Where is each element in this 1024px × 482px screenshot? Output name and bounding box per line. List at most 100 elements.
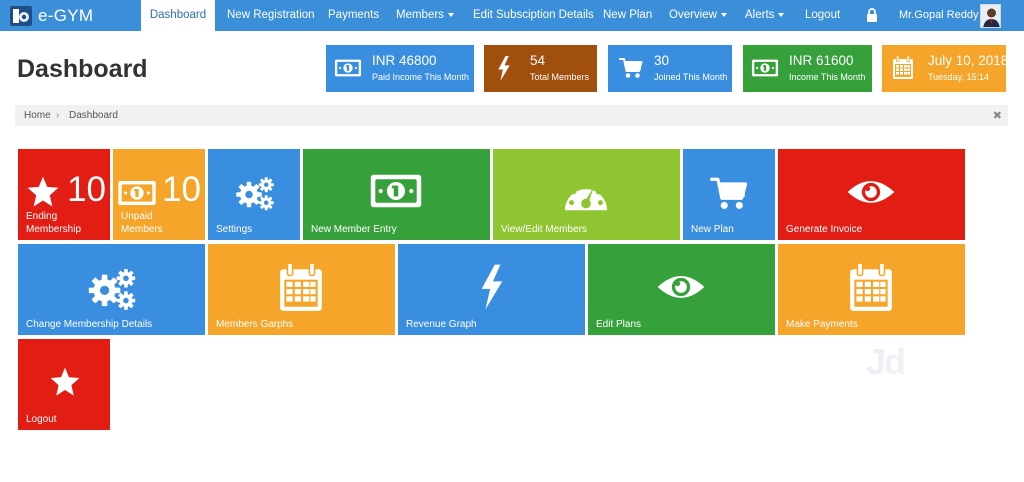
stat-label: Joined This Month (654, 72, 728, 82)
gears-icon (234, 175, 276, 211)
stat-label: Total Members (530, 72, 590, 82)
tile-unpaid-members[interactable]: 10 Unpaid Members (113, 149, 205, 240)
watermark: Jd (866, 341, 906, 382)
stat-label: Income This Month (789, 72, 866, 82)
tile-members-graphs[interactable]: Members Garphs (208, 244, 395, 335)
stat-value: INR 61600 (789, 53, 854, 68)
money-icon (751, 57, 779, 79)
tile-label: New Member Entry (311, 224, 397, 235)
nav-label: New Registration (227, 9, 315, 21)
tile-label-line: Unpaid (121, 211, 153, 222)
lock-icon[interactable] (866, 8, 878, 22)
tile-label: Edit Plans (596, 319, 642, 330)
tile-label: Unpaid Members (121, 210, 163, 236)
nav-members-dropdown[interactable]: Members (396, 0, 454, 31)
nav-alerts-dropdown[interactable]: Alerts (745, 0, 785, 31)
tile-label: Change Membership Details (26, 319, 153, 330)
bolt-icon (496, 56, 512, 81)
close-icon[interactable]: ✖ (993, 109, 1002, 122)
gym-logo-icon (10, 5, 32, 26)
tile-ending-membership[interactable]: 10 Ending Membership (18, 149, 110, 240)
tile-new-member-entry[interactable]: New Member Entry (303, 149, 490, 240)
nav-label: Dashboard (149, 9, 207, 21)
tile-change-membership-details[interactable]: Change Membership Details (18, 244, 205, 335)
nav-label: Alerts (745, 9, 775, 21)
nav-label: Members (396, 9, 444, 21)
stat-paid-income[interactable]: INR 46800 Paid Income This Month (326, 45, 474, 92)
caret-down-icon (447, 12, 454, 17)
page-title: Dashboard (17, 55, 148, 83)
nav-new-plan[interactable]: New Plan (603, 0, 652, 31)
nav-label: Logout (805, 9, 841, 21)
gears-icon (86, 266, 138, 311)
stat-value: 54 (530, 53, 546, 68)
cart-icon (619, 57, 643, 79)
breadcrumb-home-link[interactable]: Home (24, 110, 51, 121)
nav-label: Edit Subsciption Details (473, 9, 594, 21)
tile-label: Generate Invoice (786, 224, 863, 235)
stat-value: July 10, 2018 (928, 53, 1009, 68)
caret-down-icon (720, 12, 727, 17)
calendar-icon (278, 263, 324, 313)
star-icon (26, 175, 60, 209)
calendar-icon (892, 56, 914, 80)
money-icon (369, 173, 423, 209)
nav-dashboard[interactable]: Dashboard (141, 0, 215, 31)
tile-label: Ending Membership (26, 210, 81, 236)
tile-label: Logout (26, 414, 57, 425)
brand[interactable]: e-GYM (10, 4, 93, 27)
tile-make-payments[interactable]: Make Payments (778, 244, 965, 335)
eye-icon (656, 272, 706, 302)
tile-generate-invoice[interactable]: Generate Invoice (778, 149, 965, 240)
stat-value: INR 46800 (372, 53, 437, 68)
eye-icon (846, 177, 896, 207)
stat-value: 30 (654, 53, 670, 68)
money-icon (334, 57, 362, 79)
nav-logout[interactable]: Logout (805, 0, 840, 31)
star-icon (49, 366, 81, 398)
nav-label: New Plan (603, 9, 653, 21)
user-name[interactable]: Mr.Gopal Reddy (899, 0, 978, 31)
tile-logout[interactable]: Logout (18, 339, 110, 430)
tile-settings[interactable]: Settings (208, 149, 300, 240)
tile-revenue-graph[interactable]: Revenue Graph (398, 244, 585, 335)
breadcrumb-separator: › (56, 110, 60, 121)
nav-new-registration[interactable]: New Registration (227, 0, 315, 31)
tile-new-plan[interactable]: New Plan (683, 149, 775, 240)
stat-joined-this-month[interactable]: 30 Joined This Month (608, 45, 732, 92)
bolt-icon (478, 264, 506, 310)
tile-label: Make Payments (786, 319, 858, 330)
avatar-image (981, 5, 1000, 27)
stat-income-this-month[interactable]: INR 61600 Income This Month (743, 45, 872, 92)
nav-overview-dropdown[interactable]: Overview (669, 0, 727, 31)
breadcrumb-current: Dashboard (69, 110, 118, 121)
tile-label: New Plan (691, 224, 734, 235)
user-avatar-icon[interactable] (980, 4, 1001, 28)
calendar-icon (848, 263, 894, 313)
stat-total-members[interactable]: 54 Total Members (484, 45, 597, 92)
nav-label: Overview (669, 9, 717, 21)
tile-edit-plans[interactable]: Edit Plans (588, 244, 775, 335)
nav-edit-subscription-details[interactable]: Edit Subsciption Details (473, 0, 594, 31)
tile-label: View/Edit Members (501, 224, 587, 235)
top-navbar: e-GYM Dashboard New Registration Payment… (0, 0, 1024, 31)
breadcrumb: Home › Dashboard ✖ (15, 105, 1008, 126)
tile-label-line: Members (121, 224, 163, 235)
tile-view-edit-members[interactable]: View/Edit Members (493, 149, 680, 240)
tile-label: Settings (216, 224, 253, 235)
tile-count: 10 (67, 170, 106, 209)
cart-icon (710, 176, 748, 211)
tile-label: Members Garphs (216, 319, 294, 330)
tile-count: 10 (162, 170, 201, 209)
tile-label-line: Membership (26, 224, 82, 235)
tile-label: Revenue Graph (406, 319, 477, 330)
money-icon (117, 179, 157, 207)
nav-label: Payments (328, 9, 380, 21)
nav-payments[interactable]: Payments (328, 0, 379, 31)
stat-label: Paid Income This Month (372, 72, 469, 82)
brand-name: e-GYM (38, 5, 94, 25)
stat-date[interactable]: July 10, 2018 Tuesday, 15:14 (882, 45, 1009, 92)
caret-down-icon (778, 12, 785, 17)
dashboard-gauge-icon (561, 173, 611, 213)
tile-label-line: Ending (26, 211, 58, 222)
